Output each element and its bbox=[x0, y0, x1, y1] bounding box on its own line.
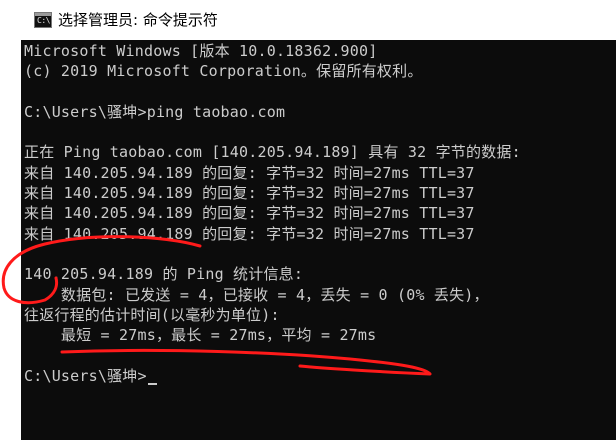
title-bar[interactable]: C:\ 选择管理员: 命令提示符 bbox=[0, 0, 616, 40]
console-line: 来自 140.205.94.189 的回复: 字节=32 时间=27ms TTL… bbox=[24, 204, 475, 223]
console-area[interactable]: Microsoft Windows [版本 10.0.18362.900] (c… bbox=[21, 40, 616, 440]
console-line: 正在 Ping taobao.com [140.205.94.189] 具有 3… bbox=[24, 143, 521, 162]
window-title: 选择管理员: 命令提示符 bbox=[58, 11, 218, 29]
console-line: 来自 140.205.94.189 的回复: 字节=32 时间=27ms TTL… bbox=[24, 163, 475, 182]
console-line: C:\Users\骚坤>ping taobao.com bbox=[24, 102, 286, 121]
cmd-icon[interactable]: C:\ bbox=[34, 12, 52, 28]
console-output: Microsoft Windows [版本 10.0.18362.900] (c… bbox=[24, 41, 521, 386]
console-prompt-line[interactable]: C:\Users\骚坤> bbox=[24, 366, 521, 386]
console-line: (c) 2019 Microsoft Corporation。保留所有权利。 bbox=[24, 62, 423, 81]
console-line: 来自 140.205.94.189 的回复: 字节=32 时间=27ms TTL… bbox=[24, 184, 475, 203]
console-window: C:\ 选择管理员: 命令提示符 Microsoft Windows [版本 1… bbox=[0, 0, 616, 440]
console-prompt: C:\Users\骚坤> bbox=[24, 366, 147, 385]
console-line: 来自 140.205.94.189 的回复: 字节=32 时间=27ms TTL… bbox=[24, 224, 475, 243]
console-line: 140.205.94.189 的 Ping 统计信息: bbox=[24, 265, 304, 284]
console-line: 数据包: 已发送 = 4，已接收 = 4，丢失 = 0 (0% 丢失)， bbox=[24, 285, 489, 304]
cmd-icon-glyph: C:\ bbox=[37, 16, 50, 25]
console-line: Microsoft Windows [版本 10.0.18362.900] bbox=[24, 42, 378, 60]
console-line: 最短 = 27ms，最长 = 27ms，平均 = 27ms bbox=[24, 326, 377, 345]
text-cursor bbox=[147, 382, 157, 385]
console-line: 往返行程的估计时间(以毫秒为单位): bbox=[24, 305, 280, 324]
